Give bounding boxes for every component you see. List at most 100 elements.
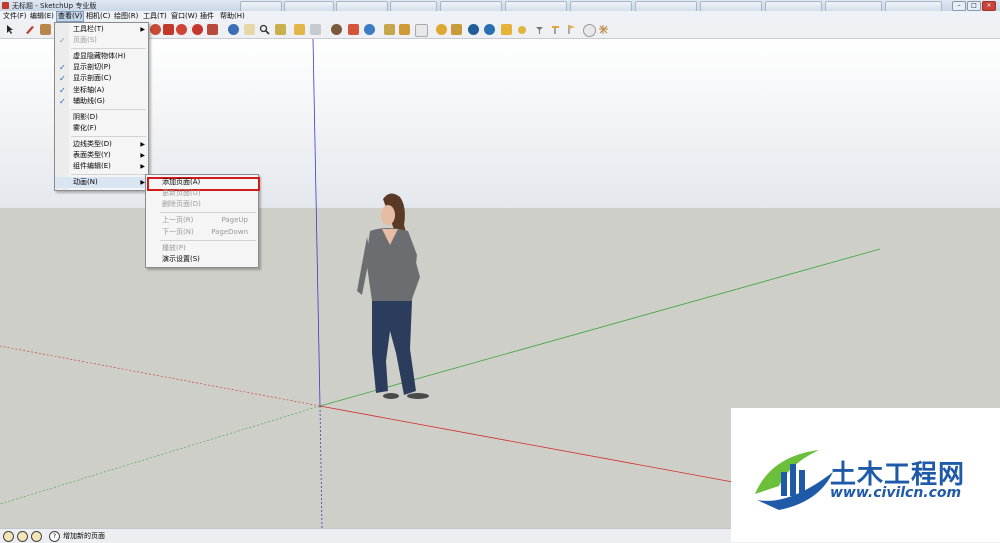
menu-item-label: 雾化(F) [73,124,97,132]
menu-separator [160,240,256,241]
check-icon: ✓ [59,74,66,83]
menu-item-label: 阴影(D) [73,113,98,121]
submenu-arrow-icon: ▶ [140,141,145,148]
menu-separator [71,109,146,110]
menu-item-play[interactable]: 播放(P) [146,243,258,254]
menu-item-label: 显示剖面(C) [73,74,112,82]
shortcut-label: PageUp [221,216,248,224]
user-status-icon[interactable] [31,531,42,542]
menu-separator [71,136,146,137]
menu-item-component-edit[interactable]: 组件编辑(E) ▶ [55,161,148,172]
menu-item-label: 上一页(R) [162,216,194,224]
menu-item-guides[interactable]: ✓ 辅助线(G) [55,96,148,107]
menu-item-label: 下一页(N) [162,228,194,236]
orbit-icon[interactable] [228,24,239,35]
follow-me-icon[interactable] [192,24,203,35]
check-icon: ✓ [59,86,66,95]
sandbox-icon[interactable] [384,24,395,35]
sun-icon[interactable] [518,26,526,34]
move-icon[interactable] [163,24,174,35]
share-icon[interactable] [598,24,609,35]
menu-item-update-page[interactable]: 更新页面(U) [146,188,258,199]
check-icon: ✓ [59,97,66,106]
flag-icon[interactable] [566,24,577,35]
layers-icon[interactable] [468,24,479,35]
geo-location-icon[interactable] [331,24,342,35]
menu-item-label: 页面(S) [73,36,97,44]
sketchup-logo-icon [2,2,9,9]
zoom-extents-icon[interactable] [275,24,286,35]
menu-draw[interactable]: 绘图(R) [113,12,139,21]
menu-item-hidden-geometry[interactable]: 虚显隐藏物体(H) [55,51,148,62]
menu-item-next-page[interactable]: 下一页(N) PageDown [146,227,258,238]
menu-item-label: 坐标轴(A) [73,86,105,94]
select-arrow-icon[interactable] [4,24,15,35]
style-icon[interactable] [436,24,447,35]
sphere-icon[interactable] [583,24,596,37]
civilcn-logo-icon [755,450,833,510]
window-title: 无标题 - SketchUp 专业版 [12,2,97,10]
sections-icon[interactable] [294,24,305,35]
menu-item-label: 删除页面(D) [162,200,201,208]
push-pull-icon[interactable] [150,24,161,35]
menu-window[interactable]: 窗口(W) [170,12,198,21]
menu-bar: 文件(F) 编辑(E) 查看(V) 相机(C) 绘图(R) 工具(T) 窗口(W… [0,11,1000,22]
menu-help[interactable]: 帮助(H) [219,12,246,21]
menu-separator [71,48,146,49]
warehouse-icon[interactable] [399,24,410,35]
pan-icon[interactable] [244,24,255,35]
axis-green-negative [0,405,321,505]
photo-textures-icon[interactable] [348,24,359,35]
menu-item-label: 更新页面(U) [162,189,201,197]
outliner-icon[interactable] [484,24,495,35]
component-icon[interactable] [415,24,428,37]
fog-icon[interactable] [310,24,321,35]
rotate-icon[interactable] [176,24,187,35]
taskbar-strip [240,1,945,12]
menu-item-axes[interactable]: ✓ 坐标轴(A) [55,85,148,96]
menu-item-toolbars[interactable]: 工具栏(T) ▶ [55,24,148,35]
credits-status-icon[interactable] [17,531,28,542]
menu-camera[interactable]: 相机(C) [85,12,111,21]
animation-submenu: 添加页面(A) 更新页面(U) 删除页面(D) 上一页(R) PageUp 下一页… [145,174,260,268]
menu-plugins[interactable]: 插件 [199,12,215,21]
status-text: 增加新的页面 [63,532,105,540]
menu-item-label: 工具栏(T) [73,25,104,33]
menu-item-label: 虚显隐藏物体(H) [73,52,126,60]
shadows-icon[interactable] [364,24,375,35]
view-menu-dropdown: 工具栏(T) ▶ ✓ 页面(S) 虚显隐藏物体(H) ✓ 显示剖切(P) ✓ 显示剖面(… [54,22,149,191]
menu-item-face-style[interactable]: 表面类型(Y) ▶ [55,150,148,161]
menu-item-previous-page[interactable]: 上一页(R) PageUp [146,215,258,226]
materials-icon[interactable] [451,24,462,35]
menu-item-label: 辅助线(G) [73,97,105,105]
menu-item-pages[interactable]: ✓ 页面(S) [55,35,148,46]
menu-item-section-planes[interactable]: ✓ 显示剖切(P) [55,62,148,73]
pencil-icon[interactable] [24,24,35,35]
menu-item-add-page[interactable]: 添加页面(A) [146,177,258,188]
menu-item-edge-style[interactable]: 边线类型(D) ▶ [55,139,148,150]
menu-item-fog[interactable]: 雾化(F) [55,123,148,134]
geo-status-icon[interactable] [3,531,14,542]
offset-icon[interactable] [207,24,218,35]
menu-item-delete-page[interactable]: 删除页面(D) [146,199,258,210]
light-icon[interactable] [534,24,545,35]
menu-item-presentation-settings[interactable]: 演示设置(S) [146,254,258,265]
shortcut-label: PageDown [211,228,248,236]
zoom-icon[interactable] [259,24,270,35]
menu-edit[interactable]: 编辑(E) [29,12,55,21]
close-button[interactable]: × [982,1,996,11]
menu-file[interactable]: 文件(F) [2,12,28,21]
menu-item-section-cuts[interactable]: ✓ 显示剖面(C) [55,73,148,84]
menu-item-shadows[interactable]: 阴影(D) [55,112,148,123]
tag-icon[interactable] [501,24,512,35]
menu-item-animation[interactable]: 动画(N) ▶ [55,177,148,188]
check-icon: ✓ [59,63,66,72]
dimension-icon[interactable] [550,24,561,35]
rectangle-icon[interactable] [40,24,51,35]
minimize-button[interactable]: – [952,1,966,11]
submenu-arrow-icon: ▶ [140,163,145,170]
help-icon[interactable]: ? [49,531,60,542]
menu-tools[interactable]: 工具(T) [142,12,168,21]
maximize-button[interactable]: □ [967,1,981,11]
menu-view[interactable]: 查看(V) [56,11,85,22]
